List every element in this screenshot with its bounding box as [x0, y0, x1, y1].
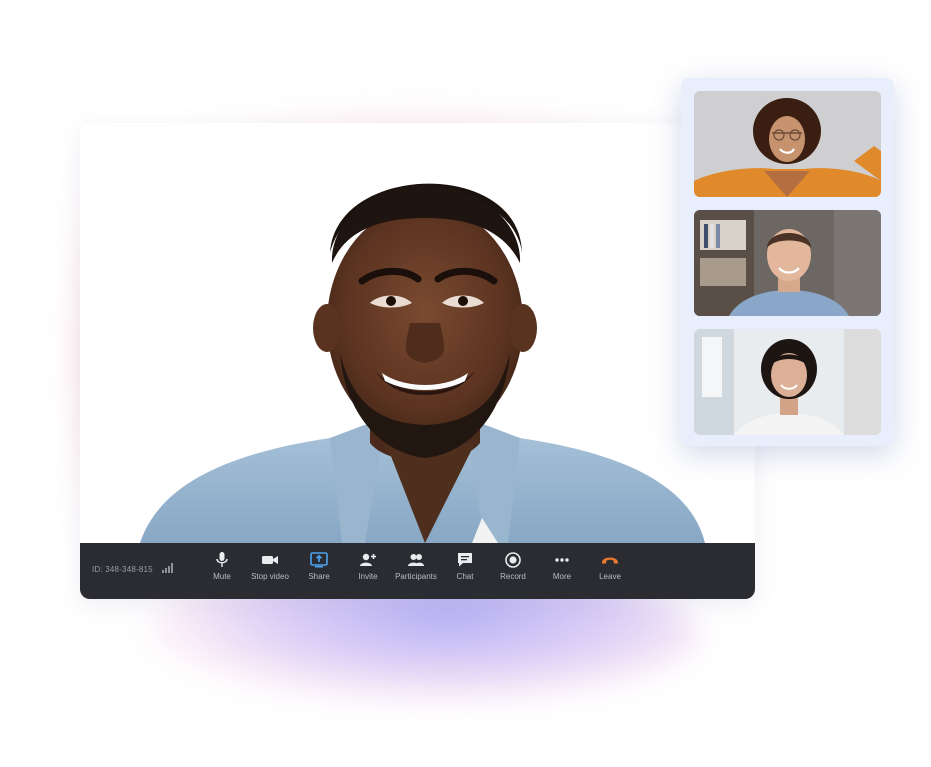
main-call-window: ID: 348-348-815 Mute Stop video Share In… — [80, 123, 755, 599]
leave-label: Leave — [599, 572, 621, 581]
participant-video — [694, 91, 881, 197]
share-button[interactable]: Share — [291, 552, 347, 592]
share-screen-icon — [310, 552, 328, 568]
add-person-icon — [360, 553, 376, 566]
stop-video-button[interactable]: Stop video — [242, 552, 298, 592]
chat-icon — [458, 553, 472, 567]
participants-button[interactable]: Participants — [388, 552, 444, 592]
participant-thumbnails-panel — [681, 78, 894, 446]
participant-thumbnail[interactable] — [694, 210, 881, 316]
hang-up-icon — [602, 557, 618, 564]
speaker-portrait — [80, 123, 755, 543]
leave-button[interactable]: Leave — [582, 552, 638, 592]
share-label: Share — [308, 572, 330, 581]
video-camera-icon — [262, 556, 278, 564]
participants-icon — [408, 554, 424, 566]
stop-video-label: Stop video — [251, 572, 289, 581]
microphone-icon — [216, 552, 228, 567]
meeting-id: ID: 348-348-815 — [92, 565, 153, 574]
participant-thumbnail[interactable] — [694, 329, 881, 435]
participant-thumbnail[interactable] — [694, 91, 881, 197]
participant-video — [694, 210, 881, 316]
record-icon — [505, 552, 521, 568]
call-toolbar: ID: 348-348-815 Mute Stop video Share In… — [80, 543, 755, 599]
participant-video — [694, 329, 881, 435]
video-call-stage: ID: 348-348-815 Mute Stop video Share In… — [0, 0, 931, 767]
participants-label: Participants — [395, 572, 437, 581]
signal-strength-icon — [162, 563, 173, 573]
main-speaker-video[interactable] — [80, 123, 755, 543]
record-label: Record — [500, 572, 526, 581]
more-dots-icon — [555, 558, 569, 562]
record-button[interactable]: Record — [485, 552, 541, 592]
